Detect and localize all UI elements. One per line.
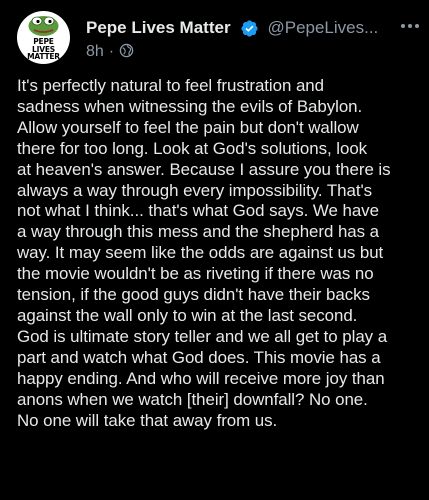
ellipsis-icon[interactable] [399,16,421,36]
tweet-card: PEPE LIVES MATTER Pepe Lives Matter @Pep… [0,0,429,500]
timestamp[interactable]: 8h [86,43,104,60]
avatar[interactable]: PEPE LIVES MATTER [17,11,70,64]
tweet-meta: 8h · [86,43,134,61]
globe-icon [119,43,134,58]
display-name[interactable]: Pepe Lives Matter [86,18,231,37]
verified-badge-icon [241,19,258,37]
separator: · [108,43,115,60]
author-handle[interactable]: @PepeLives... [267,18,378,37]
tweet-body: It's perfectly natural to feel frustrati… [17,76,391,430]
avatar-caption: PEPE LIVES MATTER [17,38,70,61]
tweet-header: Pepe Lives Matter @PepeLives... [86,18,419,42]
avatar-line: MATTER [27,52,60,61]
